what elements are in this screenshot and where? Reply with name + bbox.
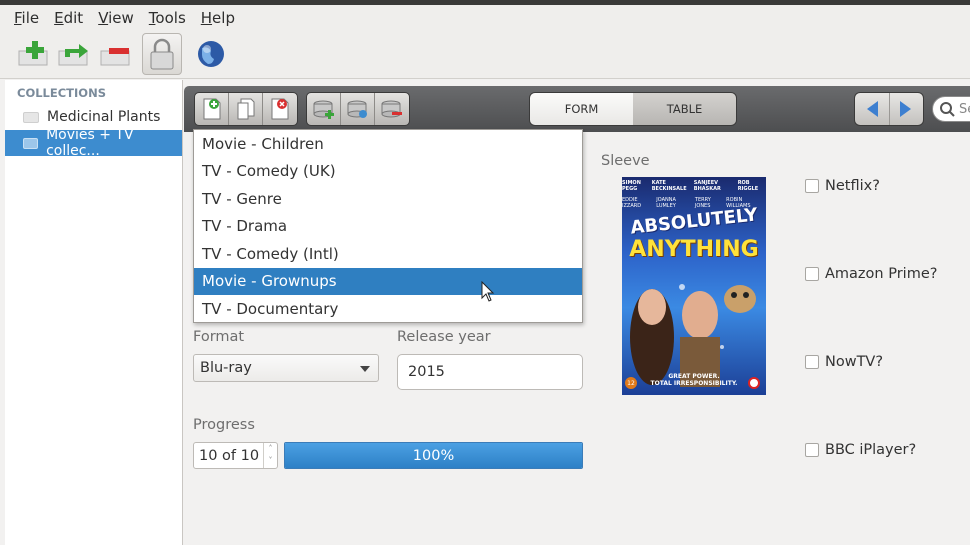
- search-icon: [940, 102, 955, 117]
- record-button-group: [194, 92, 298, 126]
- stepper-down-icon[interactable]: ˅: [264, 455, 277, 467]
- view-switcher: FORM TABLE: [529, 92, 737, 126]
- progress-bar: 100%: [284, 442, 583, 469]
- web-button[interactable]: [193, 35, 229, 73]
- stepper-up-icon[interactable]: ˄: [264, 443, 277, 455]
- format-label: Format: [193, 329, 245, 345]
- release-year-label: Release year: [397, 329, 491, 345]
- sleeve-label: Sleeve: [601, 153, 650, 169]
- menu-file[interactable]: File: [14, 9, 39, 27]
- previous-record-button[interactable]: [855, 93, 890, 125]
- dropdown-option[interactable]: TV - Comedy (UK): [194, 158, 582, 186]
- record-toolbar: FORM TABLE Se: [184, 86, 970, 132]
- add-collection-button[interactable]: [16, 35, 52, 73]
- menu-help[interactable]: Help: [201, 9, 235, 27]
- checkbox-icon[interactable]: [805, 355, 819, 369]
- arrow-right-icon: [900, 101, 912, 117]
- field-button-group: [306, 92, 410, 126]
- add-field-icon: [313, 100, 334, 119]
- release-year-field[interactable]: 2015: [397, 354, 583, 390]
- poster-tagline: GREAT POWER. TOTAL IRRESPONSIBILITY.: [650, 373, 738, 387]
- delete-field-button[interactable]: [375, 93, 409, 125]
- move-collection-button[interactable]: [56, 35, 92, 73]
- move-icon: [58, 44, 88, 66]
- checkbox-label: BBC iPlayer?: [825, 442, 917, 458]
- tab-table[interactable]: TABLE: [633, 93, 736, 125]
- checkbox-netflix[interactable]: Netflix?: [805, 178, 880, 194]
- menu-edit[interactable]: Edit: [54, 9, 83, 27]
- menu-tools[interactable]: Tools: [149, 9, 186, 27]
- stepper-arrows[interactable]: ˄ ˅: [263, 443, 277, 468]
- lock-button[interactable]: [142, 33, 182, 75]
- sleeve-image[interactable]: SIMON PEGG KATE BECKINSALE SANJEEV BHASKAR…: [622, 177, 766, 395]
- progress-stepper[interactable]: 10 of 10 ˄ ˅: [193, 442, 278, 469]
- format-select[interactable]: Blu-ray: [193, 354, 379, 382]
- poster-cast-row: SIMON PEGG KATE BECKINSALE SANJEEV BHASKAR…: [622, 180, 759, 192]
- next-record-button[interactable]: [890, 93, 924, 125]
- checkbox-icon[interactable]: [805, 179, 819, 193]
- delete-record-icon: [271, 98, 289, 120]
- age-rating-badge: 12: [625, 377, 637, 389]
- bbfc-rating-icon: [748, 377, 760, 389]
- checkbox-amazon-prime[interactable]: Amazon Prime?: [805, 266, 937, 282]
- dropdown-option[interactable]: TV - Genre: [194, 185, 582, 213]
- remove-icon: [100, 48, 130, 66]
- genre-dropdown-list: Movie - Children TV - Comedy (UK) TV - G…: [193, 129, 583, 323]
- checkbox-bbc-iplayer[interactable]: BBC iPlayer?: [805, 442, 916, 458]
- menu-view[interactable]: View: [98, 9, 134, 27]
- main-panel: FORM TABLE Se Format Blu-ray Release yea…: [184, 80, 970, 545]
- collections-sidebar: COLLECTIONS Medicinal Plants Movies + TV…: [5, 80, 183, 545]
- collection-icon: [23, 137, 39, 149]
- progress-label: Progress: [193, 417, 255, 433]
- edit-field-icon: [347, 100, 367, 118]
- sidebar-item-movies-tv[interactable]: Movies + TV collec...: [5, 127, 182, 159]
- checkbox-icon[interactable]: [805, 443, 819, 457]
- checkbox-label: Netflix?: [825, 178, 880, 194]
- dropdown-option[interactable]: TV - Documentary: [194, 295, 582, 323]
- checkbox-icon[interactable]: [805, 267, 819, 281]
- progress-percent: 100%: [412, 447, 455, 464]
- format-value: Blu-ray: [200, 360, 252, 376]
- mouse-cursor-icon: [481, 281, 495, 302]
- add-icon: [18, 41, 48, 66]
- poster-artwork: [630, 284, 756, 387]
- sidebar-item-label: Movies + TV collec...: [46, 127, 134, 159]
- new-record-button[interactable]: [195, 93, 229, 125]
- search-input[interactable]: Se: [932, 96, 970, 122]
- lock-icon: [150, 38, 174, 70]
- arrow-left-icon: [866, 101, 878, 117]
- dropdown-option-highlighted[interactable]: Movie - Grownups: [194, 267, 582, 295]
- edit-field-button[interactable]: [341, 93, 375, 125]
- tab-form[interactable]: FORM: [530, 93, 633, 125]
- delete-field-icon: [381, 100, 402, 118]
- search-placeholder: Se: [959, 101, 970, 117]
- remove-collection-button[interactable]: [98, 35, 134, 73]
- add-field-button[interactable]: [307, 93, 341, 125]
- dropdown-option[interactable]: TV - Drama: [194, 213, 582, 241]
- checkbox-label: NowTV?: [825, 354, 884, 370]
- checkbox-nowtv[interactable]: NowTV?: [805, 354, 883, 370]
- main-toolbar: [0, 31, 970, 79]
- checkbox-label: Amazon Prime?: [825, 266, 938, 282]
- menubar: File Edit View Tools Help: [0, 5, 970, 31]
- globe-icon: [198, 41, 224, 67]
- release-year-value: 2015: [408, 364, 445, 380]
- progress-count: 10 of 10: [199, 447, 260, 464]
- new-record-icon: [203, 98, 220, 120]
- poster-title-line2: ANYTHING: [629, 237, 759, 262]
- chevron-down-icon: [360, 366, 370, 372]
- collections-header: COLLECTIONS: [17, 86, 106, 100]
- record-navigation: [854, 92, 924, 126]
- dropdown-option[interactable]: Movie - Children: [194, 130, 582, 158]
- dropdown-option[interactable]: TV - Comedy (Intl): [194, 240, 582, 268]
- collection-icon: [23, 111, 39, 123]
- sidebar-item-label: Medicinal Plants: [47, 109, 161, 125]
- duplicate-record-button[interactable]: [229, 93, 263, 125]
- duplicate-record-icon: [237, 98, 254, 120]
- delete-record-button[interactable]: [263, 93, 297, 125]
